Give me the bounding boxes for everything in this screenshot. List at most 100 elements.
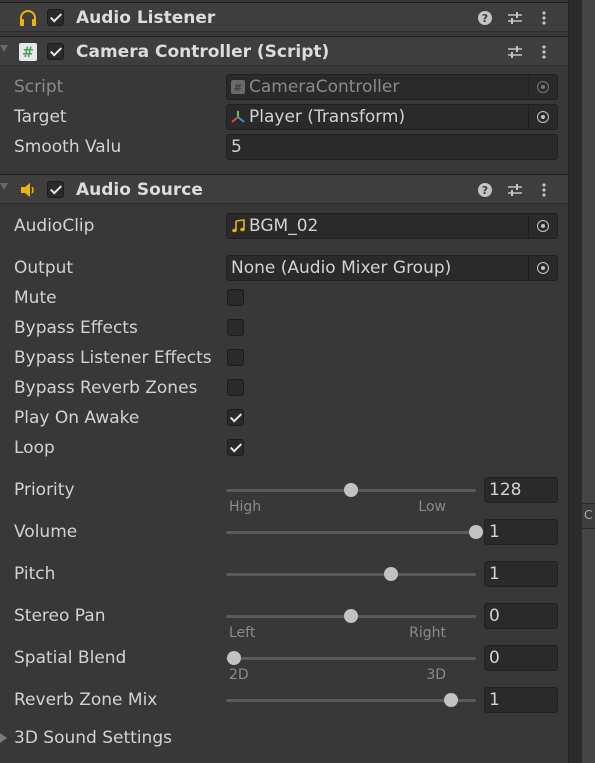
reverb-zone-mix-label: Reverb Zone Mix: [14, 690, 158, 710]
toggle-label: Bypass Effects: [14, 318, 138, 338]
camera-controller-header[interactable]: # Camera Controller (Script): [0, 36, 568, 66]
help-icon[interactable]: ?: [477, 182, 493, 198]
slider-min-label: Left: [229, 625, 256, 641]
toggle-label: Bypass Reverb Zones: [14, 378, 198, 398]
slider-value: 1: [489, 522, 500, 542]
reverb-zone-mix-slider[interactable]: [226, 693, 476, 707]
stereo-pan-slider[interactable]: [226, 609, 476, 623]
volume-value-field[interactable]: 1: [484, 519, 558, 545]
object-picker-icon[interactable]: [528, 105, 557, 129]
slider-max-label: 3D: [426, 667, 446, 683]
script-label: Script: [14, 77, 64, 97]
adjacent-panel-edge: C: [582, 0, 595, 763]
fold-arrow-icon[interactable]: [0, 183, 8, 190]
slider-value: 1: [489, 690, 500, 710]
slider-thumb[interactable]: [444, 693, 458, 707]
settings-sliders-icon[interactable]: [507, 44, 523, 60]
svg-text:?: ?: [482, 12, 488, 25]
smooth-value: 5: [231, 137, 242, 157]
foldout-arrow-icon[interactable]: [0, 733, 7, 743]
toggle-checkbox[interactable]: [227, 439, 244, 456]
output-field[interactable]: None (Audio Mixer Group): [226, 255, 558, 281]
audio-clip-icon: [232, 219, 245, 233]
slider-thumb[interactable]: [469, 525, 483, 539]
priority-slider[interactable]: [226, 483, 476, 497]
svg-text:?: ?: [482, 184, 488, 197]
transform-icon: [231, 111, 245, 123]
pitch-label: Pitch: [14, 564, 56, 584]
settings-sliders-icon[interactable]: [507, 10, 523, 26]
toggle-label: Play On Awake: [14, 408, 140, 428]
object-picker-icon[interactable]: [528, 214, 557, 238]
audio-source-header[interactable]: Audio Source ?: [0, 174, 568, 204]
script-value: CameraController: [249, 77, 400, 97]
target-field[interactable]: Player (Transform): [226, 104, 558, 130]
audioclip-label: AudioClip: [14, 216, 95, 236]
settings-sliders-icon[interactable]: [507, 182, 523, 198]
slider-min-label: High: [229, 499, 262, 515]
audioclip-value: BGM_02: [249, 216, 319, 236]
slider-max-label: Low: [418, 499, 446, 515]
slider-max-label: Right: [409, 625, 446, 641]
audio-listener-enabled-checkbox[interactable]: [47, 9, 64, 26]
stereo-pan-label: Stereo Pan: [14, 606, 106, 626]
fold-arrow-icon[interactable]: [0, 45, 8, 52]
audio-listener-header[interactable]: Audio Listener ?: [0, 2, 568, 32]
script-icon: #: [19, 43, 37, 61]
slider-thumb[interactable]: [344, 609, 358, 623]
headphones-icon: [20, 10, 36, 26]
reverb-zone-mix-value-field[interactable]: 1: [484, 687, 558, 713]
spatial-blend-value-field[interactable]: 0: [484, 645, 558, 671]
spatial-blend-label: Spatial Blend: [14, 648, 127, 668]
audioclip-field[interactable]: BGM_02: [226, 213, 558, 239]
toggle-label: Loop: [14, 438, 55, 458]
slider-value: 128: [489, 480, 522, 500]
smooth-value-field[interactable]: 5: [226, 134, 558, 160]
spatial-blend-slider[interactable]: [226, 651, 476, 665]
output-label: Output: [14, 258, 74, 278]
slider-value: 0: [489, 606, 500, 626]
adjacent-panel-glyph: C: [584, 508, 593, 522]
priority-label: Priority: [14, 480, 75, 500]
pitch-slider[interactable]: [226, 567, 476, 581]
script-field: # CameraController: [226, 74, 558, 100]
speaker-icon: [21, 183, 34, 197]
more-vert-icon[interactable]: [536, 10, 552, 26]
smooth-label: Smooth Valu: [14, 137, 122, 157]
toggle-label: Mute: [14, 288, 57, 308]
target-value: Player (Transform): [249, 107, 406, 127]
pitch-value-field[interactable]: 1: [484, 561, 558, 587]
toggle-checkbox[interactable]: [227, 379, 244, 396]
more-vert-icon[interactable]: [536, 44, 552, 60]
svg-text:#: #: [22, 45, 34, 61]
inspector-scrollbar[interactable]: [568, 0, 583, 763]
toggle-checkbox[interactable]: [227, 319, 244, 336]
slider-value: 0: [489, 648, 500, 668]
3d-sound-settings-foldout[interactable]: 3D Sound Settings: [14, 728, 172, 748]
stereo-pan-value-field[interactable]: 0: [484, 603, 558, 629]
output-value: None (Audio Mixer Group): [231, 258, 452, 278]
slider-min-label: 2D: [229, 667, 249, 683]
target-label: Target: [14, 107, 67, 127]
toggle-checkbox[interactable]: [227, 289, 244, 306]
toggle-checkbox[interactable]: [227, 409, 244, 426]
slider-thumb[interactable]: [226, 651, 241, 665]
slider-thumb[interactable]: [384, 567, 398, 581]
priority-value-field[interactable]: 128: [484, 477, 558, 503]
inspector-panel: Audio Listener ? # Camera Controller (Sc…: [0, 0, 568, 763]
volume-slider[interactable]: [226, 525, 483, 539]
audio-listener-title: Audio Listener: [76, 8, 216, 28]
more-vert-icon[interactable]: [536, 182, 552, 198]
svg-text:#: #: [234, 83, 242, 94]
toggle-checkbox[interactable]: [227, 349, 244, 366]
audio-source-enabled-checkbox[interactable]: [47, 181, 64, 198]
volume-label: Volume: [14, 522, 78, 542]
script-icon: #: [231, 80, 245, 94]
help-icon[interactable]: ?: [477, 10, 493, 26]
camera-controller-enabled-checkbox[interactable]: [47, 43, 64, 60]
slider-value: 1: [489, 564, 500, 584]
toggle-label: Bypass Listener Effects: [14, 348, 212, 368]
object-picker-icon[interactable]: [528, 256, 557, 280]
slider-thumb[interactable]: [344, 483, 358, 497]
audio-source-title: Audio Source: [76, 180, 203, 200]
